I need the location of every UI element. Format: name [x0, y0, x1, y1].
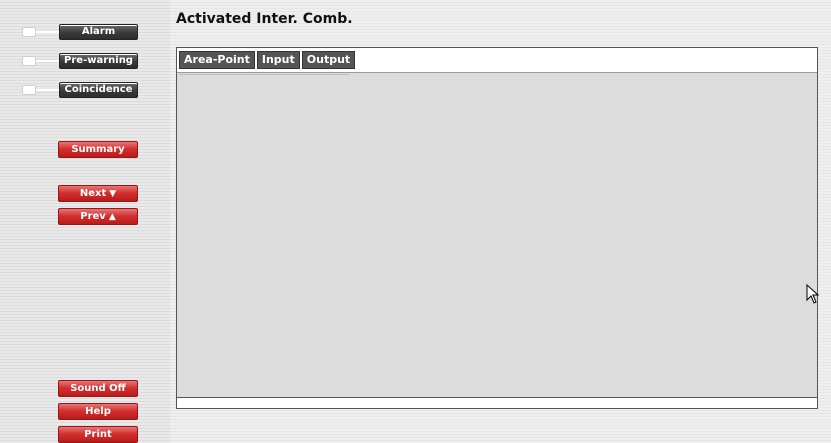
- mouse-pointer-icon: [806, 284, 820, 304]
- tab-underline: [179, 74, 349, 75]
- arrow-up-icon: ▲: [108, 212, 116, 222]
- tab-input[interactable]: Input: [256, 51, 300, 69]
- coincidence-button[interactable]: Coincidence: [59, 82, 138, 98]
- main-panel: Area-Point Input Output: [176, 47, 818, 409]
- tab-output[interactable]: Output: [301, 51, 356, 69]
- page-title: Activated Inter. Comb.: [176, 11, 353, 27]
- next-button[interactable]: Next ▼: [58, 185, 138, 202]
- sound-off-button[interactable]: Sound Off: [58, 380, 138, 397]
- prewarning-indicator-icon: [22, 56, 36, 66]
- alarm-indicator-icon: [22, 27, 36, 37]
- summary-label: Summary: [71, 144, 125, 155]
- help-button[interactable]: Help: [58, 403, 138, 420]
- arrow-down-icon: ▼: [109, 189, 117, 199]
- sidebar: Alarm Pre-warning Coincidence Summary Ne…: [0, 0, 170, 443]
- print-button[interactable]: Print: [58, 426, 138, 443]
- alarm-button[interactable]: Alarm: [59, 24, 138, 40]
- coincidence-status-row: Coincidence: [22, 82, 140, 98]
- results-list-area[interactable]: [177, 72, 817, 398]
- summary-button[interactable]: Summary: [58, 141, 138, 158]
- prewarning-status-row: Pre-warning: [22, 53, 140, 69]
- help-label: Help: [85, 406, 111, 417]
- alarm-status-row: Alarm: [22, 24, 140, 40]
- prev-label: Prev: [80, 211, 106, 222]
- coincidence-indicator-icon: [22, 85, 36, 95]
- tab-area-point[interactable]: Area-Point: [179, 51, 255, 69]
- print-label: Print: [84, 429, 112, 440]
- tab-bar: Area-Point Input Output: [179, 51, 356, 69]
- prewarning-button[interactable]: Pre-warning: [59, 53, 138, 69]
- next-label: Next: [79, 188, 107, 199]
- prev-button[interactable]: Prev ▲: [58, 208, 138, 225]
- sound-off-label: Sound Off: [70, 383, 126, 394]
